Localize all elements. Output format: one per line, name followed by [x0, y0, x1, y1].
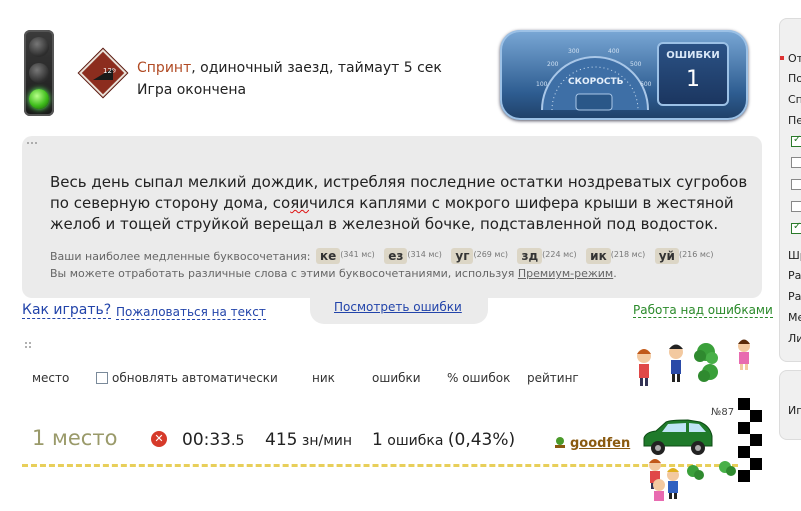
user-name: goodfen: [570, 436, 631, 451]
combo-tag: ез: [384, 248, 408, 264]
header-rating: рейтинг: [527, 371, 579, 385]
red-marker-icon: [780, 56, 784, 60]
sidebar-line: Ме: [788, 311, 801, 324]
players-icon: [637, 339, 750, 386]
combo-tag: ик: [586, 248, 611, 264]
work-on-errors-link[interactable]: Работа над ошибками: [633, 303, 773, 318]
yellow-lamp: [29, 63, 49, 83]
sidebar-checkbox[interactable]: [791, 157, 801, 168]
header-place: место: [32, 371, 70, 385]
sidebar-checkbox[interactable]: [791, 179, 801, 190]
result-speed: 415 зн/мин: [265, 430, 353, 450]
slope-sign-icon: 12%: [78, 48, 128, 98]
speed-label: СКОРОСТЬ: [568, 77, 624, 87]
text-error: яи: [290, 194, 310, 212]
finish-flag-icon: [738, 398, 762, 482]
error-cross-icon: ✕: [151, 431, 167, 447]
result-errors: 1 ошибка (0,43%): [372, 430, 516, 450]
race-info: Спринт, одиночный заезд, таймаут 5 сек И…: [137, 57, 442, 101]
sidebar-line: Ра: [788, 269, 801, 282]
sidebar-checkbox[interactable]: [791, 134, 801, 147]
dots-icon: [27, 142, 37, 144]
grid-dots-icon: [25, 342, 31, 348]
race-text: Весь день сыпал мелкий дождик, истребляя…: [50, 172, 750, 235]
errors-counter: ОШИБКИ 1: [657, 42, 729, 106]
sidebar-line: Шр: [788, 249, 801, 262]
svg-text:200: 200: [547, 61, 559, 68]
auto-update-checkbox[interactable]: [96, 372, 108, 384]
sidebar-line: Ра: [788, 290, 801, 303]
combo-tag: ке: [315, 248, 341, 264]
errors-value: 1: [686, 67, 700, 92]
car-icon: [643, 419, 713, 455]
combo-tag: уг: [451, 248, 474, 264]
car-number: №87: [711, 407, 735, 418]
svg-text:500: 500: [630, 61, 642, 68]
combo-tag: уй: [654, 248, 679, 264]
combo-tag: зд: [517, 248, 543, 264]
race-status: Игра окончена: [137, 82, 247, 98]
sidebar-line: Ли: [788, 332, 801, 345]
green-lamp: [29, 89, 49, 109]
complain-link[interactable]: Пожаловаться на текст: [116, 305, 266, 320]
traffic-light-icon: [24, 30, 54, 116]
sidebar-line: По: [788, 72, 801, 85]
how-to-play-link[interactable]: Как играть?: [22, 302, 112, 319]
race-details: , одиночный заезд, таймаут 5 сек: [191, 60, 442, 76]
spectators-icon: [649, 459, 736, 501]
result-place: 1 место: [32, 426, 118, 450]
sidebar-checkbox[interactable]: [791, 221, 801, 234]
auto-update-label: обновлять автоматически: [112, 371, 278, 385]
sidebar-line: От: [788, 52, 801, 65]
view-errors-link[interactable]: Посмотреть ошибки: [334, 300, 462, 314]
slow-combos: Ваши наиболее медленные буквосочетания: …: [50, 248, 714, 264]
view-errors-tab: Посмотреть ошибки: [310, 290, 488, 324]
track-line: [22, 464, 738, 467]
speedometer-gauge: 100 200 300 400 500 600 СКОРОСТЬ: [536, 48, 652, 111]
red-lamp: [29, 37, 49, 57]
auto-update-toggle[interactable]: обновлять автоматически: [96, 371, 278, 385]
sidebar-line: Сп: [788, 93, 801, 106]
svg-text:400: 400: [608, 48, 620, 55]
result-time: 00:33.5: [182, 430, 245, 450]
sidebar-checkbox[interactable]: [791, 201, 801, 212]
sidebar-line: Пе: [788, 114, 801, 127]
slope-label: 12%: [103, 67, 116, 75]
user-link[interactable]: goodfen: [553, 436, 630, 451]
svg-text:600: 600: [640, 81, 652, 88]
slow-combos-label: Ваши наиболее медленные буквосочетания:: [50, 250, 311, 263]
race-type[interactable]: Спринт: [137, 60, 191, 76]
header-nick: ник: [312, 371, 335, 385]
practice-note: Вы можете отработать различные слова с э…: [50, 267, 617, 280]
user-rank-icon: [555, 437, 565, 448]
svg-text:100: 100: [536, 81, 548, 88]
header-errors: ошибки: [372, 371, 421, 385]
svg-text:300: 300: [568, 48, 580, 55]
premium-mode-link[interactable]: Премиум-режим: [518, 267, 613, 280]
dashboard: 100 200 300 400 500 600 СКОРОСТЬ ОШИБКИ …: [500, 30, 748, 120]
sidebar-bottom-line: Иг: [788, 404, 801, 417]
header-error-pct: % ошибок: [447, 371, 511, 385]
errors-label: ОШИБКИ: [666, 50, 720, 61]
